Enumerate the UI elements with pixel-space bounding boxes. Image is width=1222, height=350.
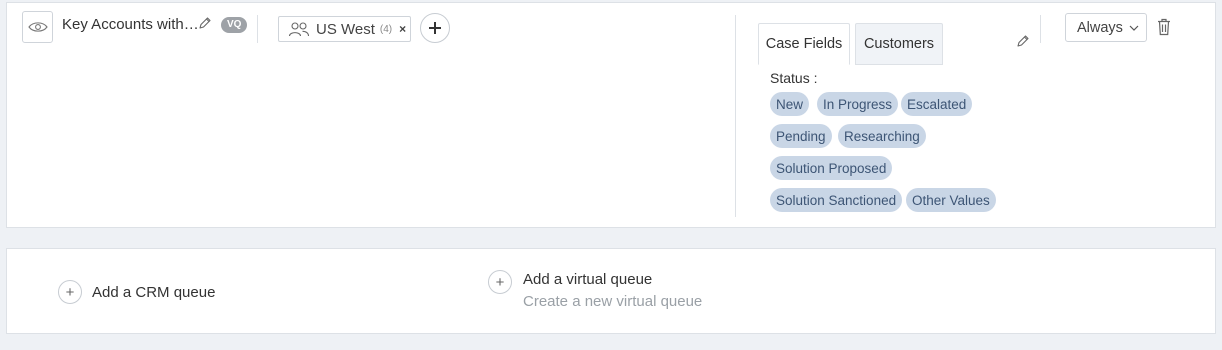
status-pill: Researching bbox=[838, 124, 926, 148]
divider bbox=[735, 15, 736, 217]
group-chip[interactable]: US West (4) × bbox=[278, 16, 411, 42]
add-group-button[interactable] bbox=[420, 13, 450, 43]
add-virtual-queue-button[interactable]: + Add a virtual queue Create a new virtu… bbox=[488, 270, 702, 312]
group-count: (4) bbox=[379, 23, 393, 35]
status-pill: Solution Proposed bbox=[770, 156, 893, 180]
status-pill: Solution Sanctioned bbox=[770, 188, 903, 212]
queue-name: Key Accounts with… bbox=[62, 16, 199, 33]
tab-customers[interactable]: Customers bbox=[855, 23, 943, 65]
status-pill: New bbox=[770, 92, 810, 116]
group-name: US West bbox=[316, 20, 375, 38]
visibility-toggle-button[interactable] bbox=[22, 11, 53, 43]
pencil-icon[interactable] bbox=[198, 16, 212, 30]
schedule-dropdown[interactable]: Always bbox=[1065, 13, 1147, 42]
status-pill: Escalated bbox=[901, 92, 973, 116]
chevron-down-icon bbox=[1129, 25, 1139, 31]
status-pill: In Progress bbox=[817, 92, 899, 116]
add-virtual-queue-title: Add a virtual queue bbox=[523, 271, 653, 288]
divider bbox=[1040, 15, 1041, 43]
vq-badge: VQ bbox=[221, 17, 248, 33]
add-virtual-queue-subtitle: Create a new virtual queue bbox=[523, 293, 703, 310]
add-queue-card: + Add a CRM queue + Add a virtual queue … bbox=[6, 248, 1216, 334]
add-crm-queue-label: Add a CRM queue bbox=[92, 283, 216, 301]
plus-icon: + bbox=[488, 270, 512, 294]
plus-icon: + bbox=[58, 280, 82, 304]
status-pill: Other Values bbox=[906, 188, 996, 212]
status-pill: Pending bbox=[770, 124, 832, 148]
close-icon[interactable]: × bbox=[399, 22, 406, 36]
eye-icon bbox=[27, 22, 48, 32]
trash-icon[interactable] bbox=[1157, 18, 1171, 36]
status-label: Status : bbox=[770, 70, 818, 86]
pencil-icon[interactable] bbox=[1016, 34, 1030, 48]
tab-case-fields[interactable]: Case Fields bbox=[758, 23, 850, 65]
schedule-label: Always bbox=[1077, 19, 1123, 36]
divider bbox=[257, 15, 258, 43]
add-crm-queue-button[interactable]: + Add a CRM queue bbox=[58, 280, 215, 304]
users-icon bbox=[288, 22, 310, 37]
plus-icon bbox=[429, 22, 441, 34]
virtual-queue-card: Key Accounts with… VQ US West (4) × Case… bbox=[6, 2, 1216, 228]
